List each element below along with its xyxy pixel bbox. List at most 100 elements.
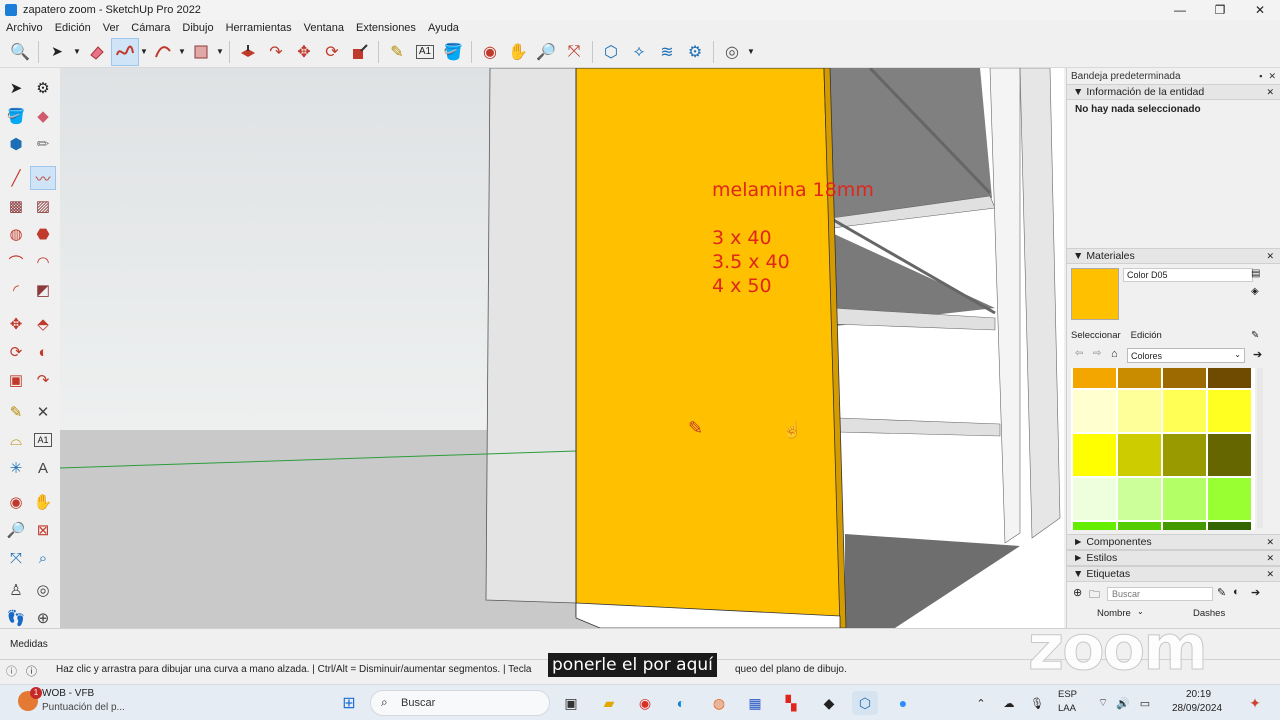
polygon-tool-icon[interactable]: ⬣	[30, 222, 56, 246]
chevron-up-icon[interactable]: ⌃	[968, 691, 994, 715]
orbit-tool-icon[interactable]: ◉	[476, 38, 504, 66]
material-swatch[interactable]	[1163, 368, 1206, 388]
swatch-scrollbar[interactable]	[1257, 368, 1263, 528]
menu-dibujo[interactable]: Dibujo	[176, 22, 219, 34]
menu-extensiones[interactable]: Extensiones	[350, 22, 422, 34]
make-component-icon[interactable]: ⚙	[30, 76, 56, 100]
eraser-tool-icon[interactable]	[83, 38, 111, 66]
zoom-extents-icon[interactable]: ⤧	[560, 38, 588, 66]
widget-title[interactable]: WOB - VFB	[42, 688, 94, 699]
extension-warehouse-icon[interactable]: ⟡	[625, 38, 653, 66]
material-swatch[interactable]	[1118, 478, 1161, 520]
lang-label-2[interactable]: LAA	[1058, 703, 1076, 714]
firefox-icon[interactable]: ◍	[706, 691, 732, 715]
menu-archivo[interactable]: Archivo	[0, 22, 49, 34]
material-swatch[interactable]	[1208, 522, 1251, 530]
offset-tool-icon[interactable]: ↷	[30, 368, 56, 392]
rectangle-tool-icon[interactable]	[187, 38, 215, 66]
close-tray-icon[interactable]: ✕	[1268, 71, 1276, 82]
rectangle-tool-icon[interactable]: ▩	[3, 194, 29, 218]
protractor-icon[interactable]: ⌓	[3, 428, 29, 452]
material-swatch[interactable]	[1118, 522, 1161, 530]
two-point-arc-icon[interactable]: ◠	[30, 250, 56, 274]
warehouse-icon[interactable]: ⬡	[597, 38, 625, 66]
tape-measure-icon[interactable]: ✎	[3, 400, 29, 424]
edge-icon[interactable]: ◐	[668, 691, 694, 715]
line-tool-icon[interactable]: ╱	[3, 166, 29, 190]
material-swatch[interactable]	[1163, 390, 1206, 432]
select-tool-icon[interactable]: ➤	[43, 38, 71, 66]
minimize-button[interactable]: —	[1160, 0, 1200, 20]
freehand-tool-icon[interactable]	[111, 37, 139, 66]
tags-search-field[interactable]: Buscar	[1107, 587, 1213, 601]
details-arrow-icon[interactable]: ➔	[1253, 348, 1262, 361]
user-dropdown-icon[interactable]: ▼	[746, 38, 756, 66]
move-tool-icon[interactable]: ✥	[3, 312, 29, 336]
material-swatch[interactable]	[1208, 368, 1251, 388]
zoom-extents-icon[interactable]: ⤧	[3, 546, 29, 570]
taskbar-search[interactable]: ⌕ Buscar	[370, 690, 550, 716]
add-tag-icon[interactable]: ⊕	[1073, 586, 1082, 599]
move-tool-icon[interactable]: ✥	[290, 38, 318, 66]
follow-me-icon[interactable]: ◐	[30, 340, 56, 364]
extension-manager-icon[interactable]: ⚙	[681, 38, 709, 66]
pan-tool-icon[interactable]: ✋	[30, 490, 56, 514]
pan-tool-icon[interactable]: ✋	[504, 38, 532, 66]
3d-text-icon[interactable]: A	[30, 456, 56, 480]
three-point-arc-icon[interactable]: ◜	[3, 278, 29, 302]
info-icon[interactable]: ⓘ	[26, 663, 37, 679]
orbit-tool-icon[interactable]: ◉	[3, 490, 29, 514]
paint-bucket-icon[interactable]: 🪣	[3, 104, 29, 128]
sample-paint-icon[interactable]: ✏	[30, 132, 56, 156]
ms-store-icon[interactable]: ▚	[778, 691, 804, 715]
tab-edicion[interactable]: Edición	[1131, 330, 1162, 341]
rectangle-dropdown-icon[interactable]: ▼	[215, 38, 225, 66]
tag-tool-icon[interactable]: ⬢	[3, 132, 29, 156]
lang-label[interactable]: ESP	[1058, 689, 1077, 700]
section-plane-icon[interactable]: ⊕	[30, 606, 56, 630]
material-swatch[interactable]	[1208, 478, 1251, 520]
battery-icon[interactable]: ▭	[1132, 691, 1158, 715]
color-by-tag-icon[interactable]: ◐	[1233, 586, 1240, 598]
freehand-tool-icon[interactable]: 〰	[30, 166, 56, 190]
look-around-icon[interactable]: ◎	[30, 578, 56, 602]
tag-edit-icon[interactable]: ✎	[1217, 586, 1226, 599]
freehand-dropdown-icon[interactable]: ▼	[139, 38, 149, 66]
close-panel-icon[interactable]: ✕	[1266, 251, 1274, 262]
create-material-icon[interactable]: ▤	[1251, 268, 1260, 279]
back-icon[interactable]: ⇦	[1075, 348, 1083, 359]
material-swatch[interactable]	[1073, 478, 1116, 520]
axes-tool-icon[interactable]: ✳	[3, 456, 29, 480]
menu-ventana[interactable]: Ventana	[298, 22, 350, 34]
model-viewport[interactable]: melamina 18mm 3 x 40 3.5 x 40 4 x 50 ✎ ☝	[60, 68, 1064, 628]
menu-herramientas[interactable]: Herramientas	[220, 22, 298, 34]
walk-tool-icon[interactable]: 👣	[3, 606, 29, 630]
styles-header[interactable]: ► Estilos ✕	[1067, 550, 1280, 566]
menu-edicion[interactable]: Edición	[49, 22, 97, 34]
follow-me-icon[interactable]: ↷	[262, 38, 290, 66]
close-panel-icon[interactable]: ✕	[1266, 537, 1274, 548]
close-button[interactable]: ✕	[1240, 0, 1280, 20]
material-swatch[interactable]	[1208, 390, 1251, 432]
menu-camara[interactable]: Cámara	[125, 22, 176, 34]
material-swatch[interactable]	[1163, 522, 1206, 530]
dimension-tool-icon[interactable]: ✕	[30, 400, 56, 424]
close-panel-icon[interactable]: ✕	[1266, 553, 1274, 564]
material-name-field[interactable]: Color D05	[1123, 268, 1253, 282]
zoom-tool-icon[interactable]: 🔎	[3, 518, 29, 542]
clock-time[interactable]: 20:19	[1186, 689, 1211, 700]
windows-start-icon[interactable]: ⊞	[336, 691, 362, 715]
copilot-icon[interactable]: ✦	[1242, 691, 1268, 715]
layout-send-icon[interactable]: ≋	[653, 38, 681, 66]
pin-icon[interactable]: ▪	[1259, 71, 1262, 81]
rotate-tool-icon[interactable]: ⟳	[3, 340, 29, 364]
library-select[interactable]: Colores ⌄	[1127, 348, 1245, 363]
zoom-tool-icon[interactable]: 🔎	[532, 38, 560, 66]
rotated-rectangle-icon[interactable]: ▨	[30, 194, 56, 218]
entity-info-header[interactable]: ▼ Información de la entidad ✕	[1067, 84, 1280, 100]
details-arrow-icon[interactable]: ➔	[1251, 586, 1260, 599]
previous-view-icon[interactable]: ⌕	[30, 546, 56, 570]
circle-tool-icon[interactable]: ◍	[3, 222, 29, 246]
scale-tool-icon[interactable]: ▣	[3, 368, 29, 392]
push-pull-icon[interactable]: ⬘	[30, 312, 56, 336]
